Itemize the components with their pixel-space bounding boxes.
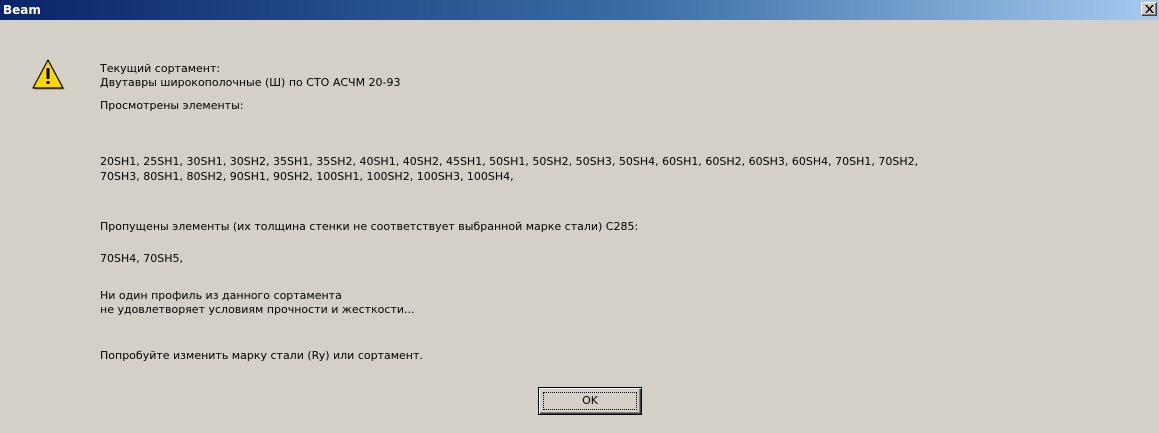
- skipped-elements-list: 70SH4, 70SH5,: [100, 252, 183, 265]
- warning-icon: [31, 58, 65, 92]
- close-button[interactable]: [1141, 2, 1157, 16]
- ok-button-label: OK: [582, 394, 598, 407]
- title-bar[interactable]: Beam: [0, 0, 1159, 20]
- window-title: Beam: [3, 3, 41, 17]
- message-dialog: Beam Текущий сортамент: Двутавры широкоп…: [0, 0, 1159, 433]
- ok-button[interactable]: OK: [538, 387, 642, 415]
- viewed-elements-line-2: 70SH3, 80SH1, 80SH2, 90SH1, 90SH2, 100SH…: [100, 170, 514, 183]
- assortment-label: Текущий сортамент:: [100, 62, 221, 75]
- assortment-name: Двутавры широкополочные (Ш) по СТО АСЧМ …: [100, 76, 401, 89]
- skipped-elements-label: Пропущены элементы (их толщина стенки не…: [100, 220, 639, 233]
- advice-text: Попробуйте изменить марку стали (Ry) или…: [100, 349, 423, 362]
- result-line-1: Ни один профиль из данного сортамента: [100, 289, 342, 302]
- viewed-elements-line-1: 20SH1, 25SH1, 30SH1, 30SH2, 35SH1, 35SH2…: [100, 155, 919, 168]
- viewed-elements-label: Просмотрены элементы:: [100, 99, 244, 112]
- close-icon: [1145, 5, 1154, 13]
- result-line-2: не удовлетворяет условиям прочности и же…: [100, 303, 415, 316]
